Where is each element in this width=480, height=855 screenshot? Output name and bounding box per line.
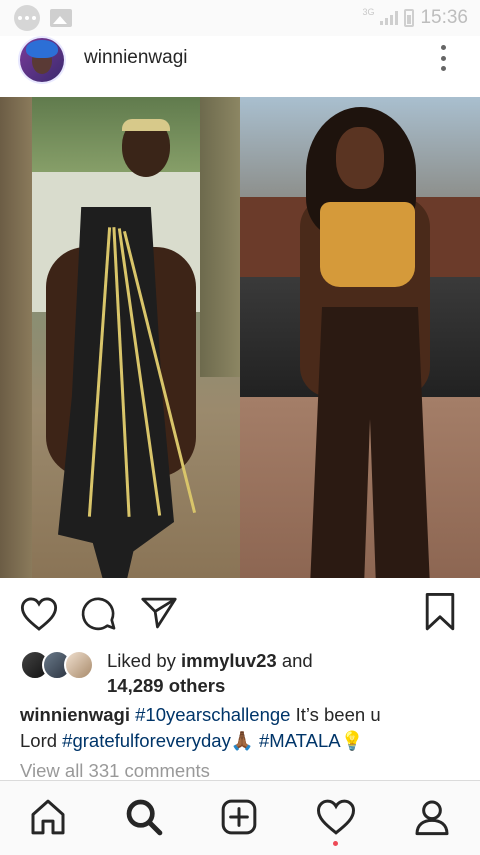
avatar[interactable] (20, 38, 64, 82)
and-label: and (276, 650, 313, 671)
clock: 15:36 (420, 7, 468, 28)
post-caption: winnienwagi #10yearschallenge It’s been … (20, 702, 470, 754)
messages-icon (14, 5, 40, 31)
view-all-comments-link[interactable]: View all 331 comments (20, 760, 210, 782)
signal-icon (380, 11, 399, 25)
praying-hands-emoji: 🙏🏾 (230, 730, 254, 751)
hashtag-link[interactable]: #10yearschallenge (135, 704, 290, 725)
profile-icon[interactable] (412, 797, 452, 837)
others-count[interactable]: 14,289 others (107, 675, 225, 696)
avatar (64, 650, 94, 680)
activity-heart-icon[interactable] (316, 797, 356, 837)
more-options-icon[interactable] (438, 45, 448, 71)
post-username[interactable]: winnienwagi (84, 47, 188, 69)
likes-text: Liked by immyluv23 and 14,289 others (107, 648, 313, 698)
photo-now (240, 97, 480, 578)
save-bookmark-icon[interactable] (424, 592, 456, 632)
share-direct-icon[interactable] (140, 596, 178, 630)
bottom-nav (0, 780, 480, 855)
hashtag-link[interactable]: #gratefulforeveryday (62, 730, 231, 751)
hashtag-link[interactable]: #MATALA (254, 730, 341, 751)
post-actions (0, 578, 480, 648)
liked-by-user[interactable]: immyluv23 (181, 650, 277, 671)
network-type: 3G (362, 7, 375, 17)
battery-icon (404, 9, 415, 27)
caption-username[interactable]: winnienwagi (20, 704, 130, 725)
comment-icon[interactable] (81, 596, 117, 632)
status-bar: 3G 15:36 (0, 0, 480, 36)
post-header: winnienwagi (0, 36, 480, 96)
likes-summary[interactable]: Liked by immyluv23 and 14,289 others (20, 648, 460, 696)
notification-dot (333, 841, 338, 846)
image-icon (50, 9, 72, 27)
post-image[interactable] (0, 97, 480, 578)
liked-by-label: Liked by (107, 650, 182, 671)
home-icon[interactable] (28, 797, 68, 837)
like-heart-icon[interactable] (20, 596, 58, 632)
caption-text: Lord (20, 730, 63, 751)
light-bulb-emoji: 💡 (340, 730, 364, 751)
photo-then (0, 97, 240, 578)
caption-text: It’s been u (290, 704, 381, 725)
add-post-icon[interactable] (219, 797, 259, 837)
liker-avatars (20, 650, 96, 680)
search-icon[interactable] (124, 797, 164, 837)
